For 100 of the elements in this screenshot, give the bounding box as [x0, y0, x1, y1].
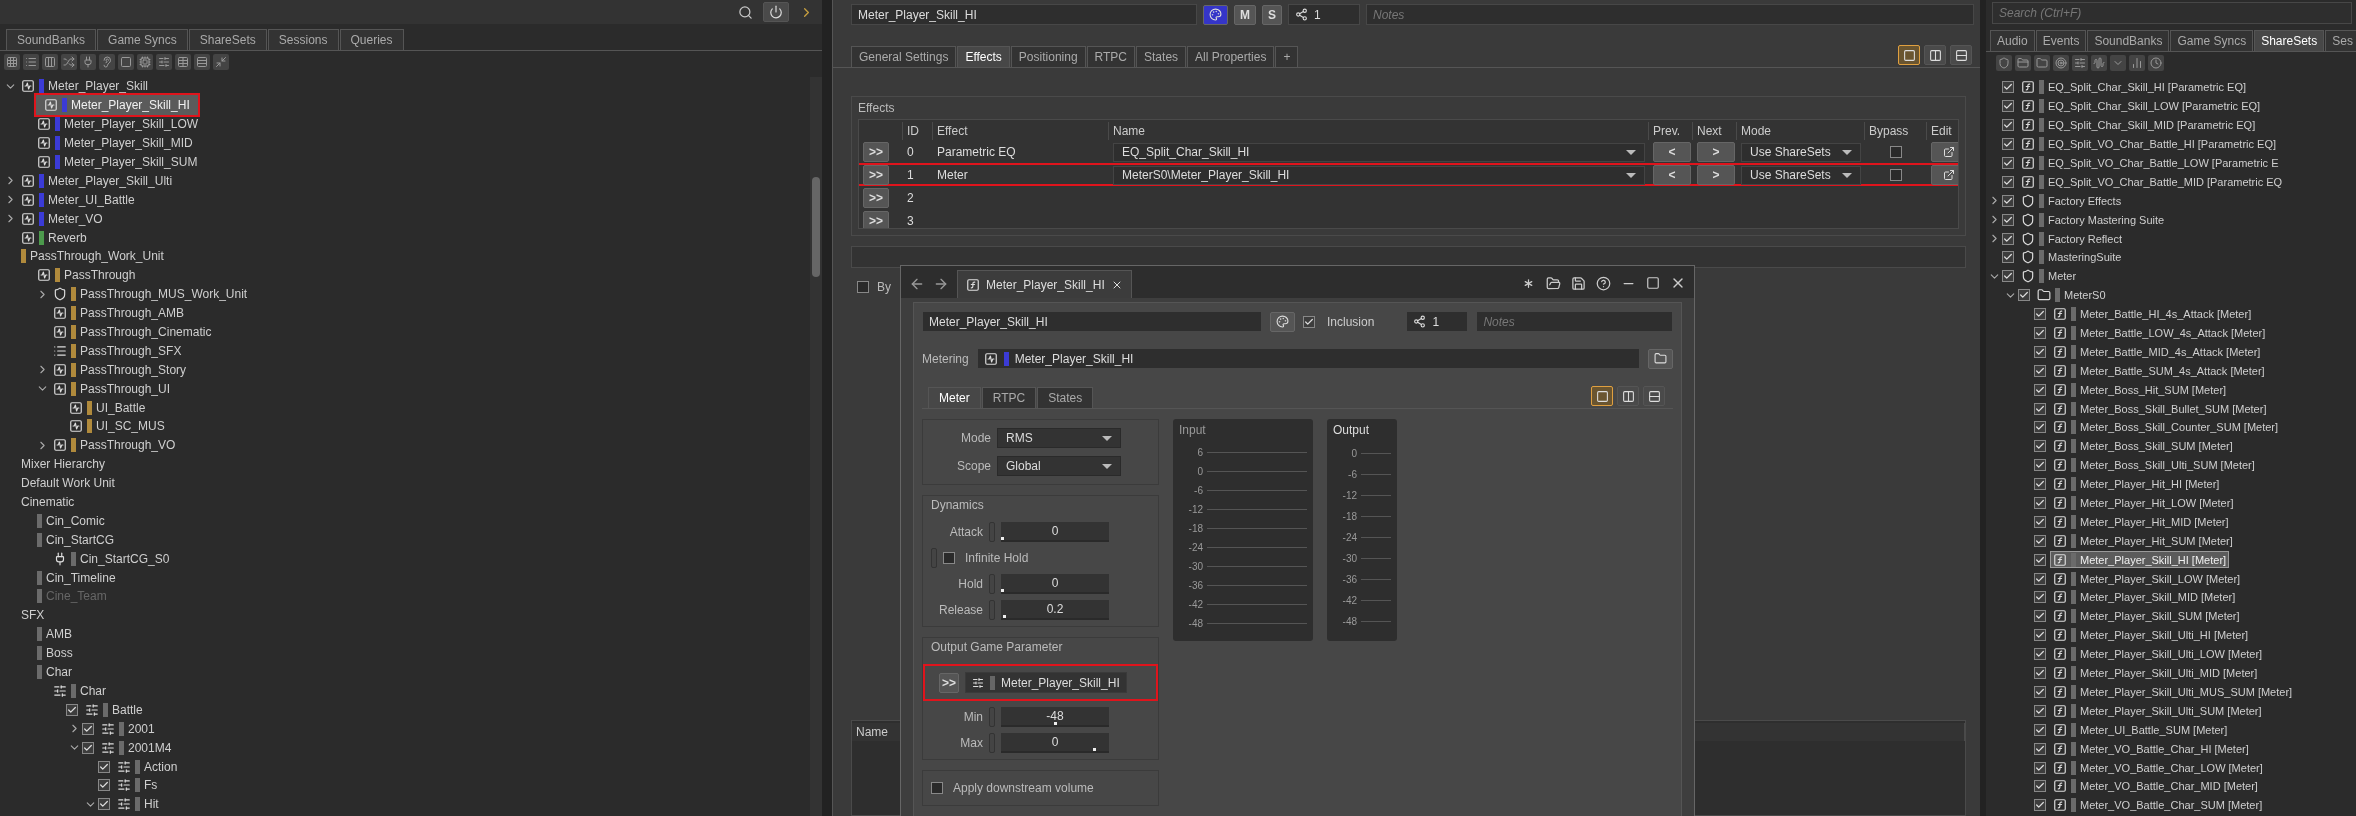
- tree-item[interactable]: Cin_StartCG: [34, 531, 118, 549]
- checkbox[interactable]: [2002, 119, 2014, 132]
- share-count-field[interactable]: 1: [1406, 311, 1469, 332]
- share-count-field[interactable]: 1: [1288, 4, 1360, 25]
- maximize-icon[interactable]: [1646, 276, 1660, 290]
- checkbox[interactable]: [2034, 440, 2046, 453]
- tree-item[interactable]: Meter_Battle_MID_4s_Attack [Meter]: [2050, 343, 2264, 361]
- checkbox[interactable]: [2034, 629, 2046, 642]
- checkbox[interactable]: [82, 722, 94, 735]
- tree-item[interactable]: PassThrough_Cinematic: [50, 323, 215, 341]
- tree-item[interactable]: Cin_StartCG_S0: [50, 550, 173, 568]
- tab[interactable]: SoundBanks: [2087, 30, 2170, 51]
- expand-button[interactable]: >>: [863, 142, 889, 162]
- edit-button[interactable]: [1931, 142, 1958, 162]
- checkbox[interactable]: [98, 798, 110, 811]
- tab[interactable]: Events: [2035, 30, 2087, 51]
- shareset-dropdown[interactable]: EQ_Split_Char_Skill_HI: [1113, 142, 1645, 162]
- tab[interactable]: Game Syncs: [97, 29, 188, 50]
- grid-icon[interactable]: [4, 54, 20, 70]
- tab[interactable]: ShareSets: [2254, 30, 2325, 51]
- checkbox[interactable]: [2002, 270, 2014, 283]
- tab[interactable]: SoundBanks: [6, 29, 97, 50]
- tree-item[interactable]: PassThrough_SFX: [50, 342, 185, 360]
- checkbox[interactable]: [931, 782, 943, 794]
- checkbox[interactable]: [2002, 100, 2014, 113]
- tab[interactable]: General Settings: [851, 46, 957, 67]
- expand-button[interactable]: >>: [863, 188, 889, 208]
- help-icon[interactable]: [1596, 275, 1611, 291]
- checkbox[interactable]: [2034, 667, 2046, 680]
- tree-item[interactable]: Meter_Battle_LOW_4s_Attack [Meter]: [2050, 324, 2269, 342]
- dropdown[interactable]: Global: [997, 456, 1121, 476]
- tree-item[interactable]: Meter_Player_Skill_Ulti_LOW [Meter]: [2050, 645, 2266, 663]
- tree-item[interactable]: Meter: [2018, 267, 2080, 285]
- tree-item[interactable]: PassThrough_AMB: [50, 304, 188, 322]
- checkbox[interactable]: [2034, 591, 2046, 604]
- mode-dropdown[interactable]: Use ShareSets: [1741, 165, 1861, 185]
- tree-item[interactable]: Meter_UI_Battle_SUM [Meter]: [2050, 721, 2231, 739]
- tree-item[interactable]: Meter_Boss_Skill_Ulti_SUM [Meter]: [2050, 456, 2258, 474]
- tree-item[interactable]: Meter_Player_Skill_MID: [34, 134, 196, 152]
- tree-item[interactable]: Meter_Player_Skill: [18, 77, 152, 95]
- checkbox[interactable]: [2002, 157, 2014, 169]
- tree-item[interactable]: Meter_Battle_HI_4s_Attack [Meter]: [2050, 305, 2255, 323]
- tree-item[interactable]: Meter_Player_Skill_MID [Meter]: [2050, 589, 2239, 606]
- tree-item[interactable]: EQ_Split_VO_Char_Battle_HI [Parametric EQ]: [2018, 135, 2280, 153]
- tab[interactable]: Positioning: [1010, 46, 1086, 67]
- checkbox[interactable]: [1890, 169, 1902, 181]
- checkbox[interactable]: [2034, 648, 2046, 661]
- tree-item[interactable]: Cinematic: [18, 493, 78, 511]
- tree-item[interactable]: Meter_VO_Battle_Char_HI [Meter]: [2050, 740, 2252, 758]
- tab[interactable]: States: [1136, 46, 1187, 67]
- checkbox[interactable]: [2002, 81, 2014, 94]
- next-button[interactable]: >: [1697, 142, 1735, 162]
- tree-item[interactable]: MasteringSuite: [2018, 248, 2125, 266]
- folder-outline-icon[interactable]: [2034, 55, 2050, 71]
- tree-item[interactable]: PassThrough_Story: [50, 361, 190, 379]
- color-button[interactable]: [1270, 311, 1295, 332]
- expand-button[interactable]: >>: [863, 211, 889, 228]
- checkbox[interactable]: [2034, 478, 2046, 491]
- back-icon[interactable]: [909, 276, 925, 292]
- refresh-button[interactable]: [763, 2, 789, 22]
- checkbox[interactable]: [857, 281, 869, 293]
- tree-item[interactable]: 2001: [98, 720, 158, 738]
- tree-item[interactable]: EQ_Split_VO_Char_Battle_MID [Parametric EQ: [2018, 173, 2286, 191]
- tree-item[interactable]: PassThrough_VO: [50, 436, 179, 454]
- layout-button[interactable]: [1617, 386, 1639, 406]
- shuffle-icon[interactable]: [61, 54, 77, 70]
- tab[interactable]: States: [1037, 387, 1094, 408]
- tree-item[interactable]: Meter_Player_Skill_Ulti: [18, 172, 176, 190]
- checkbox[interactable]: [2034, 308, 2046, 321]
- list-icon[interactable]: [23, 54, 39, 70]
- tree-item[interactable]: Char: [50, 682, 109, 700]
- checkbox[interactable]: [2002, 232, 2014, 245]
- checkbox[interactable]: [2034, 534, 2046, 547]
- number-field[interactable]: 0: [1001, 733, 1109, 753]
- checkbox[interactable]: [2002, 213, 2014, 226]
- tree-item[interactable]: Meter_Player_Skill_Ulti_HI [Meter]: [2050, 626, 2252, 644]
- tree-item[interactable]: Boss: [34, 644, 76, 662]
- forward-icon[interactable]: [933, 276, 949, 292]
- shareset-dropdown[interactable]: MeterS0\Meter_Player_Skill_HI: [1113, 165, 1645, 185]
- metering-field[interactable]: Meter_Player_Skill_HI: [976, 348, 1640, 369]
- tree-item[interactable]: PassThrough: [34, 266, 139, 284]
- tree-item[interactable]: MeterS0: [2034, 286, 2109, 304]
- chip-icon[interactable]: [137, 54, 153, 70]
- sliders-icon[interactable]: [2072, 55, 2088, 71]
- checkbox[interactable]: [2034, 383, 2046, 396]
- checkbox[interactable]: [2034, 685, 2046, 698]
- tree-item[interactable]: EQ_Split_Char_Skill_HI [Parametric EQ]: [2018, 78, 2250, 96]
- tree-item[interactable]: Meter_Player_Hit_LOW [Meter]: [2050, 494, 2237, 512]
- layout-button[interactable]: [1591, 386, 1613, 406]
- expand-button[interactable]: >>: [863, 165, 889, 185]
- checkbox[interactable]: [2034, 742, 2046, 755]
- tree-item[interactable]: PassThrough_MUS_Work_Unit: [50, 285, 251, 303]
- tree-item[interactable]: Meter_Player_Skill_Ulti_MUS_SUM [Meter]: [2050, 683, 2296, 701]
- layout-button[interactable]: [1643, 386, 1665, 406]
- tree-item[interactable]: Meter_Player_Skill_HI [Meter]: [2050, 551, 2230, 569]
- tree-item[interactable]: Meter_Boss_Skill_Bullet_SUM [Meter]: [2050, 400, 2270, 418]
- tree-item[interactable]: Meter_Player_Skill_Ulti_SUM [Meter]: [2050, 702, 2265, 720]
- tree-item[interactable]: PassThrough_UI: [50, 380, 174, 398]
- tab[interactable]: All Properties: [1187, 46, 1275, 67]
- checkbox[interactable]: [2034, 723, 2046, 736]
